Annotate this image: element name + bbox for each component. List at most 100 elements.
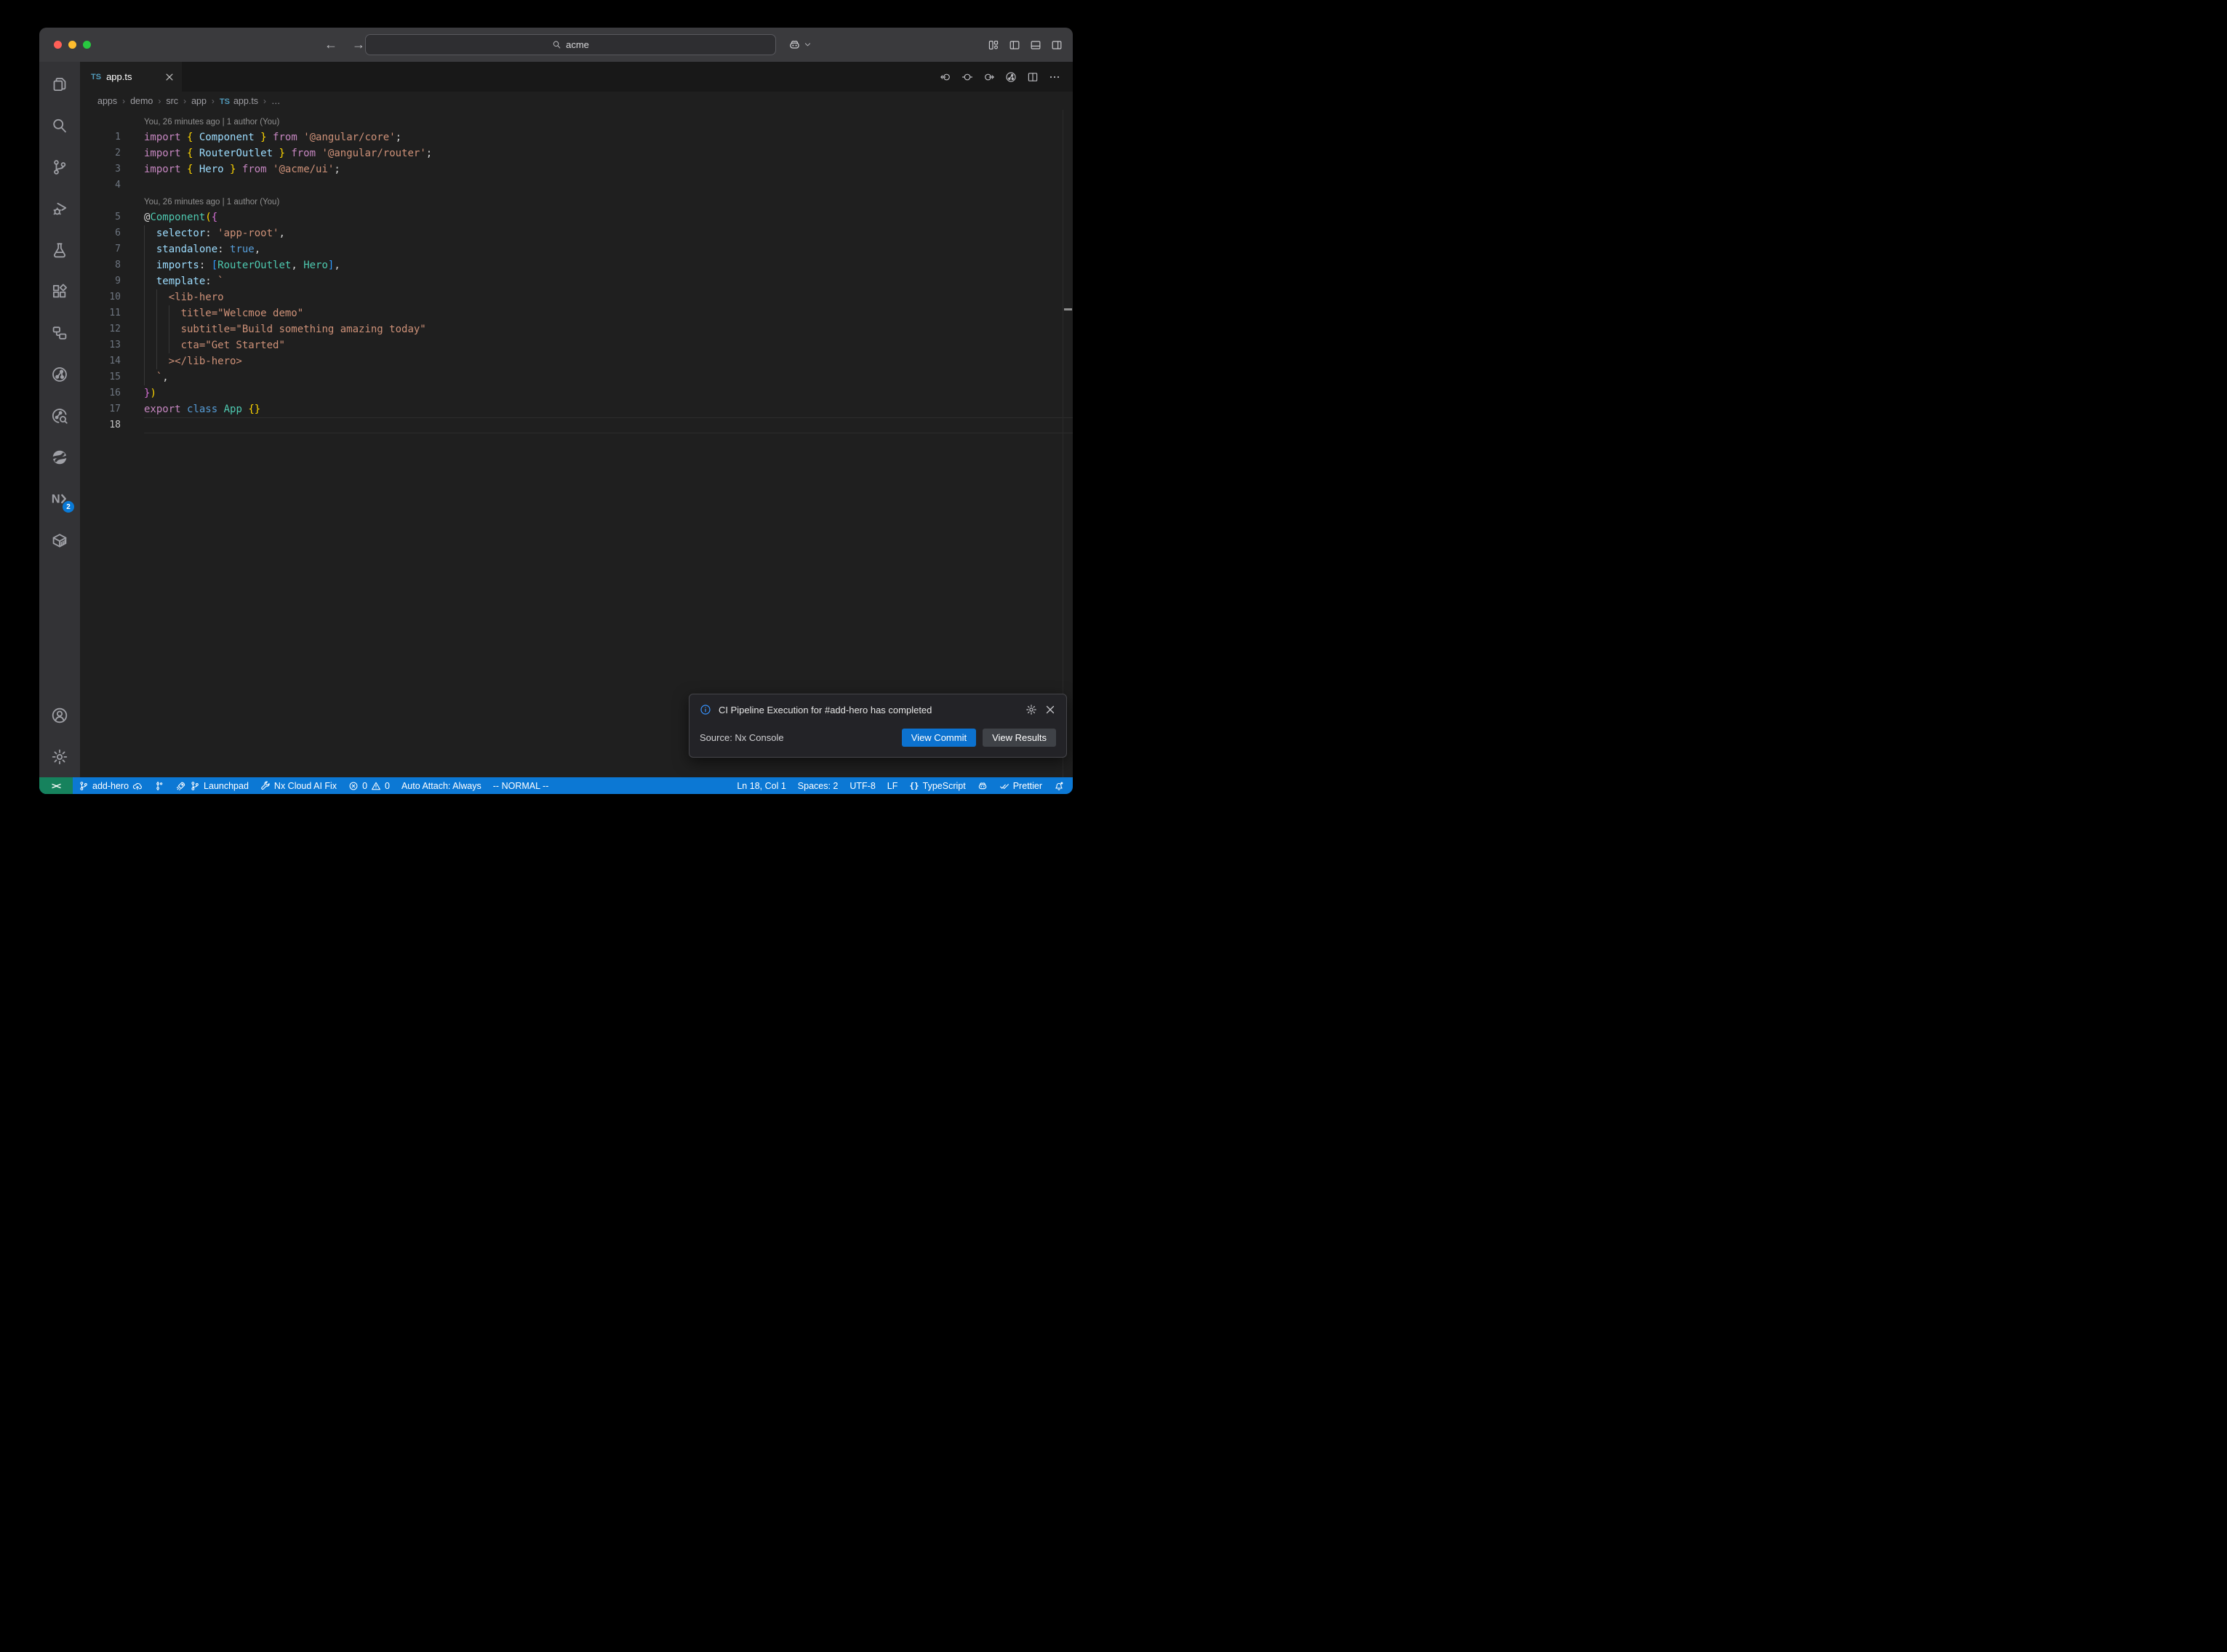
status-source-control-graph[interactable]	[148, 777, 170, 794]
code-line-15[interactable]: 15 `,	[80, 369, 1073, 385]
tab-app-ts[interactable]: TS app.ts	[80, 62, 182, 92]
zoom-window-button[interactable]	[83, 41, 91, 49]
code-line-11[interactable]: 11 title="Welcmoe demo"	[80, 305, 1073, 321]
status-notifications-bell[interactable]	[1048, 777, 1070, 794]
command-center-search[interactable]: acme	[365, 34, 776, 55]
sidebar-item-explorer[interactable]	[39, 63, 80, 105]
code-line-3[interactable]: 3import { Hero } from '@acme/ui';	[80, 161, 1073, 177]
breadcrumb-item[interactable]: apps	[97, 96, 117, 106]
git-blame-annotation: You, 26 minutes ago | 1 author (You)	[80, 193, 1073, 209]
sidebar-item-accounts[interactable]	[39, 694, 80, 736]
status-indentation[interactable]: Spaces: 2	[792, 777, 844, 794]
line-content: ></lib-hero>	[144, 353, 1073, 369]
sidebar-item-extensions[interactable]	[39, 270, 80, 312]
status-auto-attach[interactable]: Auto Attach: Always	[396, 777, 487, 794]
code-line-5[interactable]: 5@Component({	[80, 209, 1073, 225]
indent-guide	[144, 241, 145, 257]
remote-indicator[interactable]: ><	[39, 777, 73, 794]
navigate-back-change-icon[interactable]	[940, 71, 951, 83]
sidebar-item-nx-console[interactable]: N2	[39, 478, 80, 519]
sidebar-item-source-control[interactable]	[39, 146, 80, 188]
customize-layout-icon[interactable]	[988, 39, 999, 51]
code-line-6[interactable]: 6 selector: 'app-root',	[80, 225, 1073, 241]
code-line-1[interactable]: 1import { Component } from '@angular/cor…	[80, 129, 1073, 145]
code-line-8[interactable]: 8 imports: [RouterOutlet, Hero],	[80, 257, 1073, 273]
close-tab-icon[interactable]	[164, 72, 175, 82]
breadcrumb-item[interactable]: src	[166, 96, 178, 106]
status-cursor-position-label: Ln 18, Col 1	[737, 781, 785, 791]
status-nx-cloud-ai-fix[interactable]: Nx Cloud AI Fix	[255, 777, 343, 794]
sidebar-item-project-structure[interactable]	[39, 312, 80, 353]
overview-ruler[interactable]	[1063, 110, 1073, 777]
toggle-panel-icon[interactable]	[1030, 39, 1041, 51]
code-line-10[interactable]: 10 <lib-hero	[80, 289, 1073, 305]
code-line-17[interactable]: 17export class App {}	[80, 401, 1073, 417]
view-commit-button[interactable]: View Commit	[902, 729, 976, 747]
code-editor[interactable]: You, 26 minutes ago | 1 author (You) 1imp…	[80, 110, 1073, 777]
breadcrumb-item[interactable]: TSapp.ts	[220, 96, 258, 106]
code-line-16[interactable]: 16})	[80, 385, 1073, 401]
code-line-2[interactable]: 2import { RouterOutlet } from '@angular/…	[80, 145, 1073, 161]
files-icon	[51, 76, 68, 93]
code-line-12[interactable]: 12 subtitle="Build something amazing tod…	[80, 321, 1073, 337]
open-change-icon[interactable]	[961, 71, 973, 83]
more-actions-icon[interactable]	[1049, 71, 1060, 83]
history-back-button[interactable]: ←	[324, 37, 337, 52]
split-editor-icon[interactable]	[1027, 71, 1039, 83]
sidebar-item-nx-project-graph[interactable]	[39, 353, 80, 395]
swirl-icon	[51, 449, 68, 466]
toggle-secondary-sidebar-icon[interactable]	[1051, 39, 1063, 51]
activity-bar: N2	[39, 62, 80, 777]
code-line-9[interactable]: 9 template: `	[80, 273, 1073, 289]
indent-guide	[156, 289, 157, 305]
git-branch-icon	[79, 781, 89, 791]
breadcrumb-item[interactable]: demo	[130, 96, 153, 106]
code-line-4[interactable]: 4	[80, 177, 1073, 193]
line-number: 11	[80, 305, 121, 321]
code-line-18[interactable]: 18	[80, 417, 1073, 433]
code-line-7[interactable]: 7 standalone: true,	[80, 241, 1073, 257]
status-eol[interactable]: LF	[881, 777, 904, 794]
sidebar-item-nx-graph-search[interactable]	[39, 395, 80, 436]
line-content: cta="Get Started"	[144, 337, 1073, 353]
sidebar-item-testing[interactable]	[39, 229, 80, 270]
history-forward-button[interactable]: →	[352, 37, 365, 52]
beaker-icon	[51, 241, 68, 259]
sidebar-item-containers[interactable]	[39, 519, 80, 561]
status-copilot-status[interactable]	[972, 777, 993, 794]
breadcrumb-separator: ›	[122, 96, 125, 106]
code-line-14[interactable]: 14 ></lib-hero>	[80, 353, 1073, 369]
copilot-menu[interactable]	[788, 28, 812, 62]
git-branch-icon	[190, 781, 200, 791]
typescript-file-icon: TS	[220, 97, 230, 106]
status-cursor-position[interactable]: Ln 18, Col 1	[731, 777, 791, 794]
nx-graph-focus-icon[interactable]	[1005, 71, 1017, 83]
breadcrumb-item[interactable]: …	[271, 96, 281, 106]
status-language-mode[interactable]: {}TypeScript	[903, 777, 971, 794]
status-launchpad[interactable]: Launchpad	[170, 777, 255, 794]
sidebar-item-settings[interactable]	[39, 736, 80, 777]
view-results-button[interactable]: View Results	[983, 729, 1056, 747]
breadcrumb-item[interactable]: app	[191, 96, 207, 106]
status-encoding[interactable]: UTF-8	[844, 777, 881, 794]
navigate-forward-change-icon[interactable]	[983, 71, 995, 83]
code-line-13[interactable]: 13 cta="Get Started"	[80, 337, 1073, 353]
sidebar-item-browser-tools[interactable]	[39, 436, 80, 478]
status-problems[interactable]: 00	[343, 777, 396, 794]
toggle-primary-sidebar-icon[interactable]	[1009, 39, 1020, 51]
notification-settings-icon[interactable]	[1025, 704, 1037, 715]
sidebar-item-search[interactable]	[39, 105, 80, 146]
sidebar-item-run-and-debug[interactable]	[39, 188, 80, 229]
graph-circle-icon	[51, 366, 68, 383]
line-content	[144, 417, 1073, 433]
indent-guide	[144, 257, 145, 273]
status-git-branch-status[interactable]: add-hero	[73, 777, 148, 794]
gear-icon	[51, 748, 68, 766]
status-vim-mode[interactable]: -- NORMAL --	[487, 777, 555, 794]
svg-text:N: N	[52, 492, 60, 505]
minimize-window-button[interactable]	[68, 41, 76, 49]
status-prettier[interactable]: Prettier	[993, 777, 1048, 794]
notification-close-icon[interactable]	[1044, 704, 1056, 715]
close-window-button[interactable]	[54, 41, 62, 49]
tab-label: app.ts	[106, 71, 132, 82]
